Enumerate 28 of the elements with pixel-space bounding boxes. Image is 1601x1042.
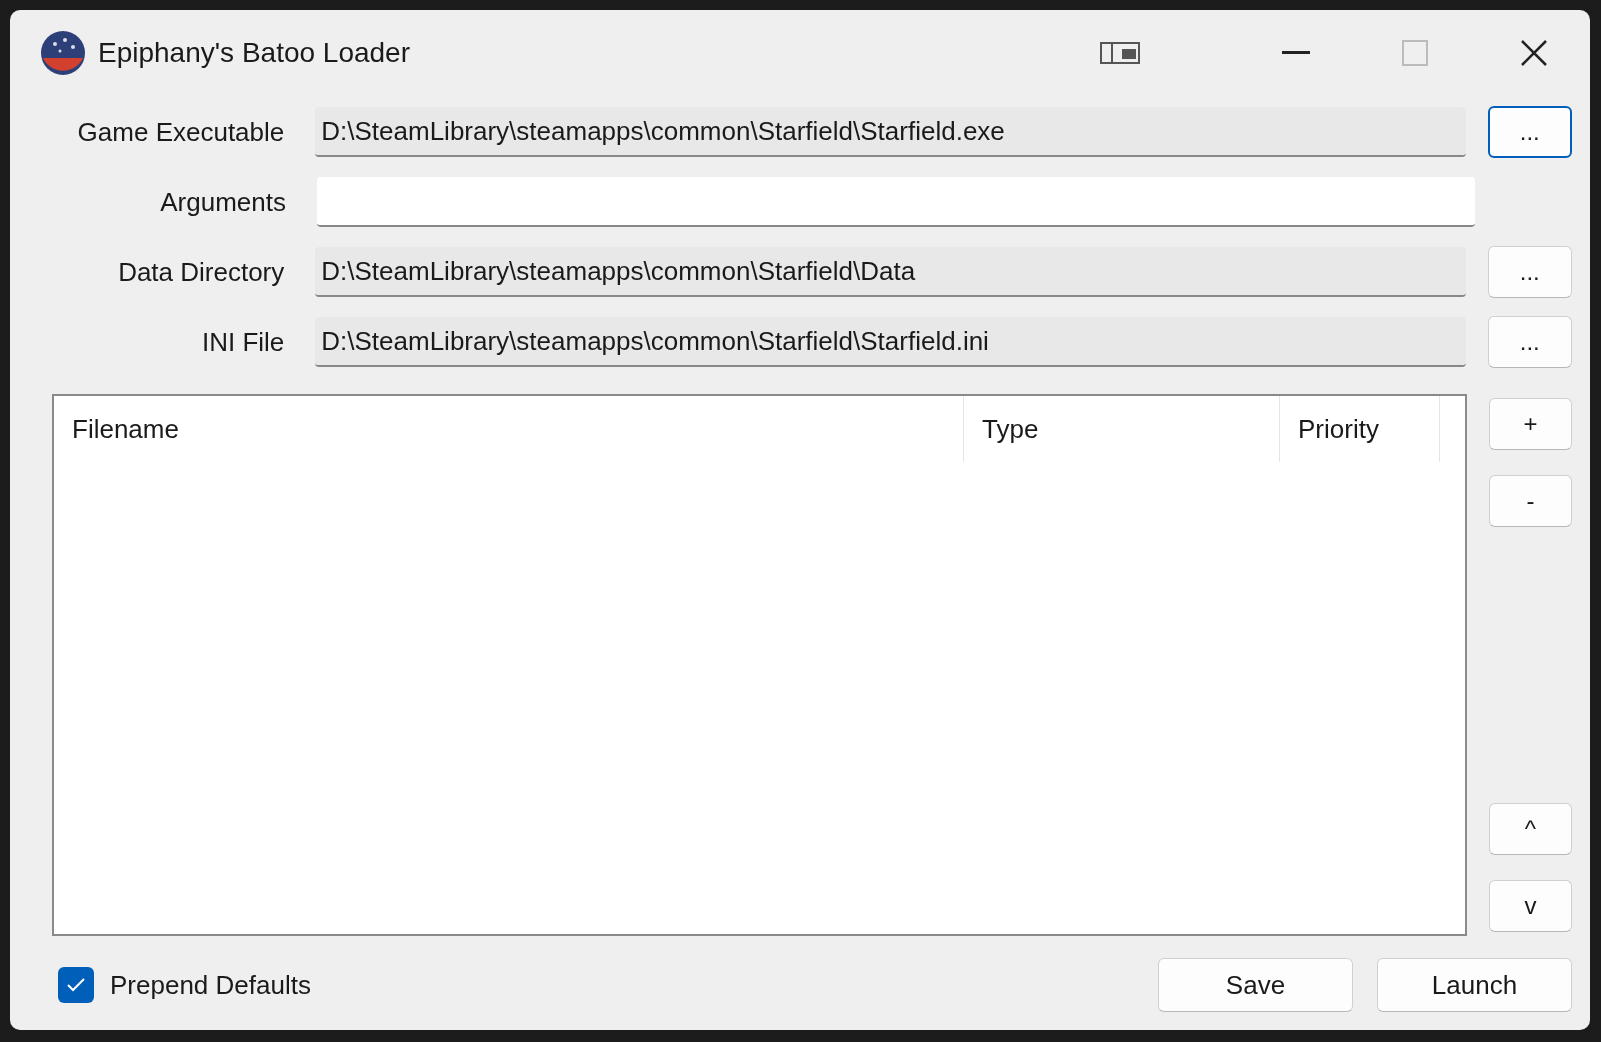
close-icon[interactable] bbox=[1520, 39, 1548, 67]
action-button[interactable]: Launch bbox=[1377, 958, 1572, 1012]
field-label: Data Directory bbox=[117, 255, 285, 289]
browse-button[interactable]: ... bbox=[1487, 106, 1572, 158]
minimize-icon[interactable] bbox=[1282, 51, 1310, 55]
field-label: Game Executable bbox=[76, 115, 285, 149]
window-title: Epiphany's Batoo Loader bbox=[98, 36, 411, 70]
column-header[interactable]: Priority bbox=[1280, 396, 1440, 462]
list-button[interactable]: v bbox=[1489, 880, 1572, 932]
input-field[interactable]: D:\SteamLibrary\steamapps\common\Starfield\Starfield.ini bbox=[315, 317, 1466, 367]
input-field[interactable]: D:\SteamLibrary\steamapps\common\Starfield\Data bbox=[315, 247, 1466, 297]
field-label: INI File bbox=[200, 325, 285, 359]
action-button[interactable]: Save bbox=[1158, 958, 1353, 1012]
field-label: Arguments bbox=[159, 185, 286, 219]
window-icon[interactable] bbox=[1100, 40, 1142, 66]
list-button[interactable]: - bbox=[1489, 475, 1572, 527]
input-field[interactable]: D:\SteamLibrary\steamapps\common\Starfield\Starfield.exe bbox=[315, 107, 1466, 157]
checkmark-icon bbox=[66, 977, 86, 993]
list-button[interactable]: + bbox=[1489, 398, 1572, 450]
column-header[interactable]: Type bbox=[964, 396, 1280, 462]
column-header[interactable]: Filename bbox=[54, 396, 964, 462]
list-button[interactable]: ^ bbox=[1489, 803, 1572, 855]
input-field[interactable] bbox=[317, 177, 1475, 227]
app-logo-icon bbox=[40, 30, 86, 76]
browse-button[interactable]: ... bbox=[1487, 316, 1572, 368]
checkbox-label: Prepend Defaults bbox=[110, 968, 311, 1002]
checkbox[interactable] bbox=[58, 967, 94, 1003]
browse-button[interactable]: ... bbox=[1487, 246, 1572, 298]
